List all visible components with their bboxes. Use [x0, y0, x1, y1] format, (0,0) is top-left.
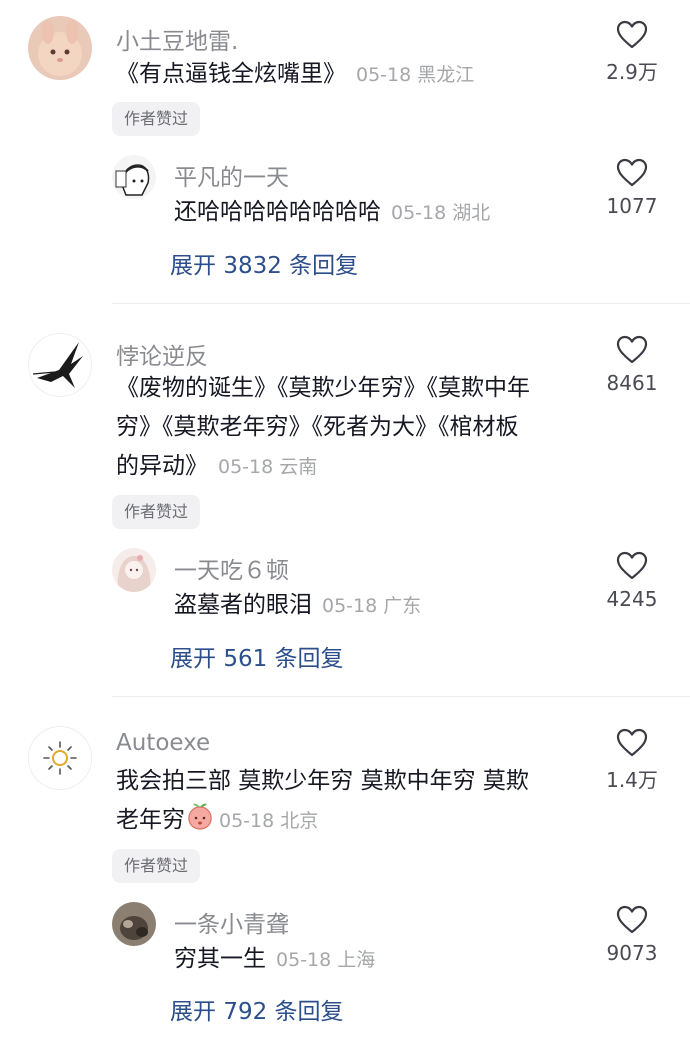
comment-line: 穷》《莫欺老年穷》《死者为大》《棺材板 — [116, 414, 519, 440]
like-button[interactable]: 8461 — [592, 335, 672, 395]
comment-meta: 05-18 北京 — [219, 810, 319, 832]
author-liked-badge: 作者赞过 — [112, 495, 201, 529]
comment-text: 我会拍三部 莫欺少年穷 莫欺中年穷 莫欺 老年穷 05-18 北京 — [116, 762, 529, 844]
reply-avatar[interactable] — [112, 548, 156, 592]
reply-like-button[interactable]: 4245 — [592, 551, 672, 611]
peach-emoji-icon — [185, 801, 215, 844]
heart-outline-icon — [616, 158, 648, 187]
reply-avatar[interactable] — [112, 155, 156, 199]
like-count: 4245 — [606, 587, 658, 611]
heart-outline-icon — [616, 335, 648, 364]
like-count: 1077 — [606, 194, 658, 218]
expand-replies-link[interactable]: 展开 792 条回复 — [170, 992, 344, 1026]
avatar[interactable] — [28, 333, 92, 397]
reply-meta: 05-18 广东 — [322, 595, 422, 617]
comment-text: 《有点逼钱全炫嘴里》 05-18 黑龙江 — [116, 55, 474, 95]
username[interactable]: Autoexe — [116, 730, 210, 756]
divider — [112, 303, 690, 304]
comment-line: 我会拍三部 莫欺少年穷 莫欺中年穷 莫欺 — [116, 768, 529, 794]
reply-meta: 05-18 上海 — [276, 949, 376, 971]
like-count: 1.4万 — [606, 768, 658, 792]
reply-like-button[interactable]: 9073 — [592, 905, 672, 965]
comment-line: 的异动》 — [116, 453, 208, 479]
expand-replies-link[interactable]: 展开 3832 条回复 — [170, 246, 358, 280]
reply-avatar[interactable] — [112, 902, 156, 946]
expand-replies-link[interactable]: 展开 561 条回复 — [170, 639, 344, 673]
like-button[interactable]: 2.9万 — [592, 20, 672, 85]
like-count: 9073 — [606, 941, 658, 965]
reply-username[interactable]: 一条小青聋 — [174, 905, 289, 939]
like-count: 2.9万 — [606, 60, 658, 84]
avatar[interactable] — [28, 726, 92, 790]
avatar[interactable] — [28, 16, 92, 80]
comment-meta: 05-18 云南 — [218, 456, 318, 478]
comment-text: 《废物的诞生》《莫欺少年穷》《莫欺中年 穷》《莫欺老年穷》《死者为大》《棺材板 … — [116, 369, 530, 487]
heart-outline-icon — [616, 551, 648, 580]
reply-username[interactable]: 平凡的一天 — [174, 158, 289, 192]
reply-username[interactable]: 一天吃６顿 — [174, 551, 289, 585]
divider — [112, 696, 690, 697]
username[interactable]: 悖论逆反 — [116, 337, 208, 371]
like-count: 8461 — [606, 371, 658, 395]
reply-text: 还哈哈哈哈哈哈哈哈 05-18 湖北 — [174, 199, 491, 225]
reply-text: 穷其一生 05-18 上海 — [174, 946, 376, 972]
heart-outline-icon — [616, 905, 648, 934]
comment-line: 老年穷 — [116, 807, 185, 833]
comment-meta: 05-18 黑龙江 — [356, 64, 475, 86]
reply-like-button[interactable]: 1077 — [592, 158, 672, 218]
author-liked-badge: 作者赞过 — [112, 849, 201, 883]
comment-line: 《废物的诞生》《莫欺少年穷》《莫欺中年 — [116, 375, 530, 401]
reply-text: 盗墓者的眼泪 05-18 广东 — [174, 592, 422, 618]
username[interactable]: 小土豆地雷. — [116, 22, 238, 56]
comment-line: 《有点逼钱全炫嘴里》 — [116, 61, 346, 87]
heart-outline-icon — [616, 728, 648, 757]
like-button[interactable]: 1.4万 — [592, 728, 672, 793]
author-liked-badge: 作者赞过 — [112, 102, 201, 136]
heart-outline-icon — [616, 20, 648, 49]
reply-meta: 05-18 湖北 — [391, 202, 491, 224]
